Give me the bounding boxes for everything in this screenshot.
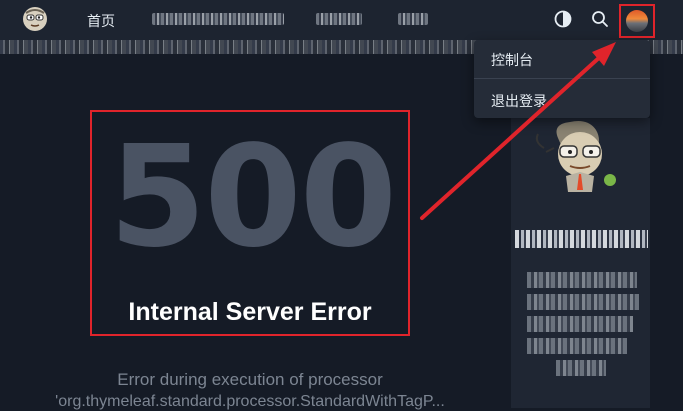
dropdown-item-console[interactable]: 控制台 (491, 50, 533, 70)
search-button[interactable] (590, 9, 610, 29)
error-description-line2: 'org.thymeleaf.standard.processor.Standa… (55, 393, 445, 410)
theme-toggle-icon (554, 10, 572, 28)
nav-link-obscured-3[interactable] (398, 13, 428, 25)
nav-link-obscured-1[interactable] (152, 13, 284, 25)
user-avatar-button[interactable] (619, 4, 655, 38)
profile-mascot-image (535, 121, 616, 192)
sidebar-bio-obscured-1 (527, 272, 637, 288)
dropdown-divider (474, 78, 650, 79)
user-avatar-icon (626, 10, 648, 32)
error-code: 500 (108, 116, 397, 279)
user-dropdown-menu: 控制台 退出登录 (474, 40, 650, 118)
error-highlight-box: 500 Internal Server Error (90, 110, 410, 336)
search-icon (592, 11, 608, 27)
sidebar-bio-obscured-4 (527, 338, 627, 354)
mascot-logo-icon[interactable] (22, 6, 48, 32)
error-description-line1: Error during execution of processor (117, 370, 383, 389)
dropdown-item-logout[interactable]: 退出登录 (491, 91, 547, 111)
sidebar-bio-obscured-2 (527, 294, 639, 310)
nav-link-obscured-2[interactable] (316, 13, 362, 25)
sidebar-bio-obscured-3 (527, 316, 633, 332)
theme-toggle-button[interactable] (553, 9, 573, 29)
sidebar-username-obscured (515, 230, 648, 248)
top-navbar: 首页 (0, 0, 683, 40)
nav-home-link[interactable]: 首页 (87, 11, 115, 31)
error-title: Internal Server Error (128, 298, 372, 326)
sidebar-bio-obscured-5 (556, 360, 606, 376)
